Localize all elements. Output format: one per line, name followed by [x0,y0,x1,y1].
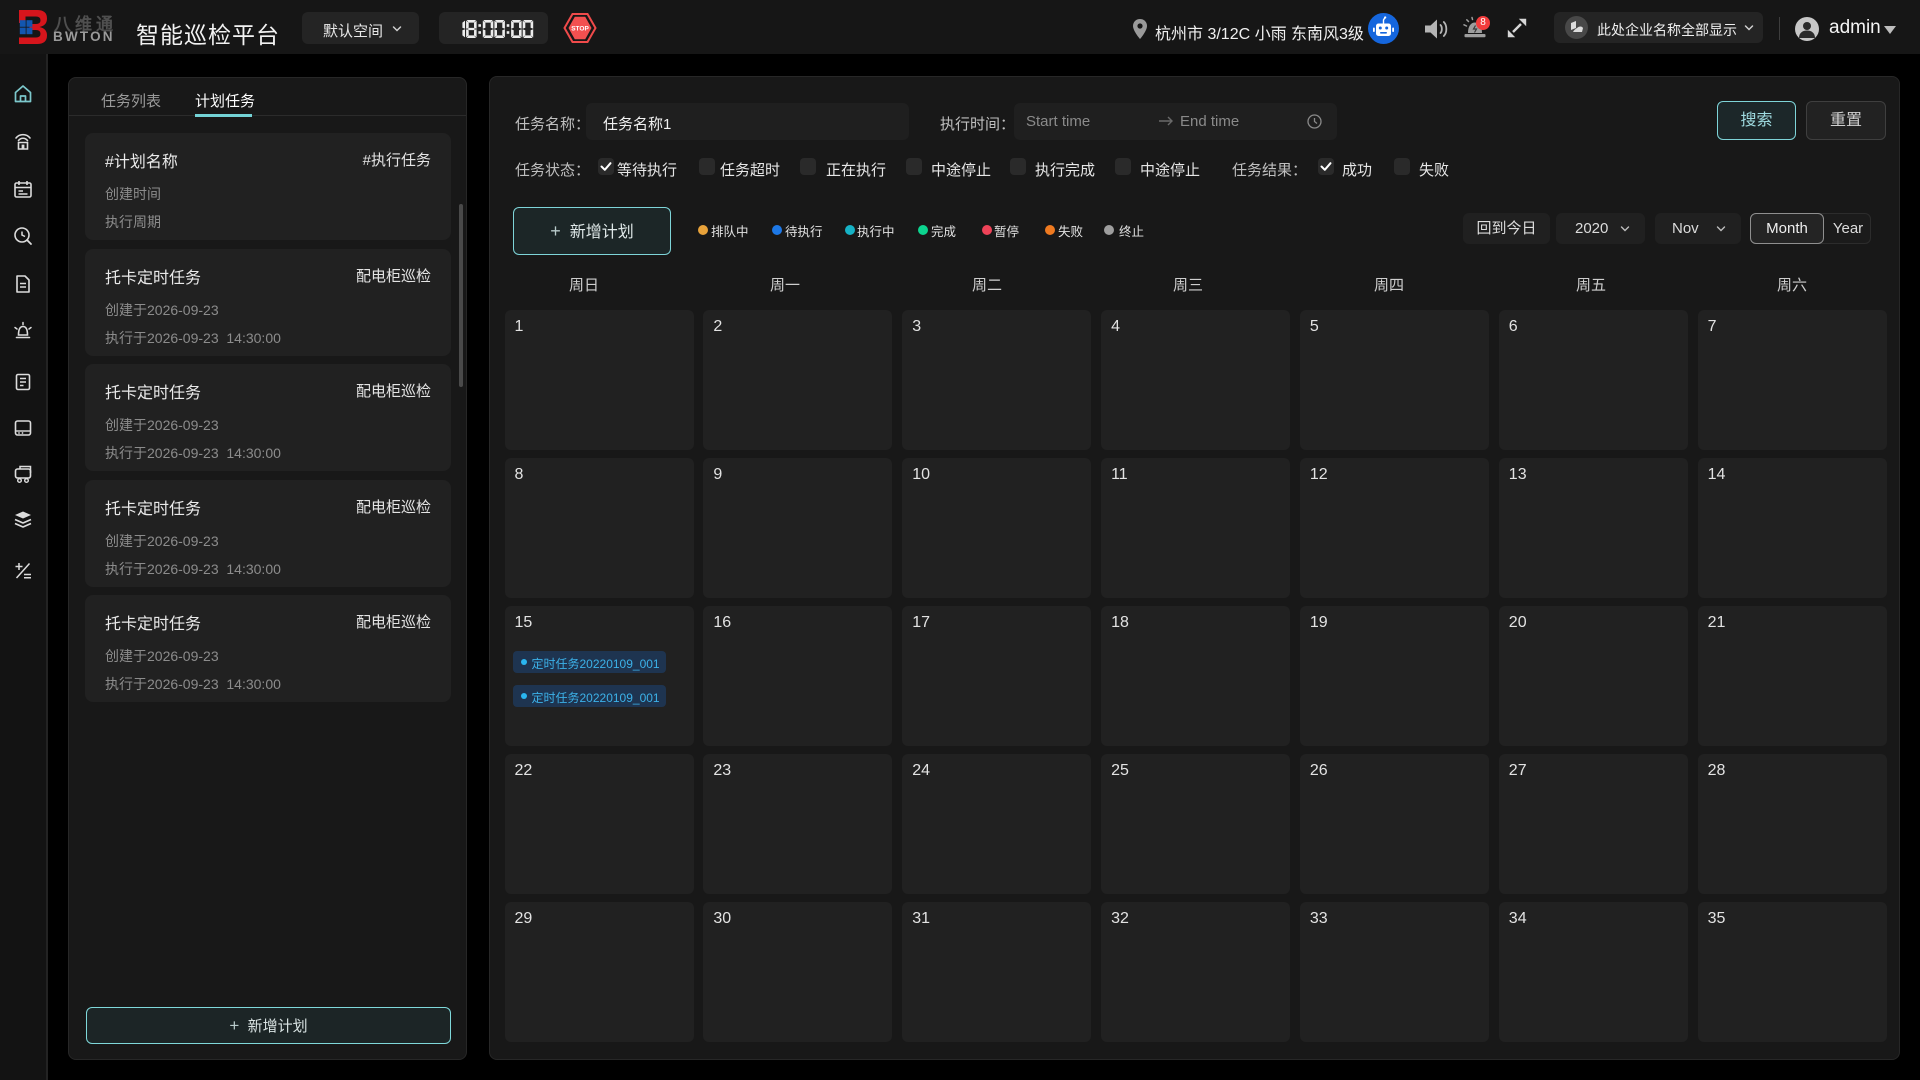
svg-text:STOP: STOP [571,25,589,32]
